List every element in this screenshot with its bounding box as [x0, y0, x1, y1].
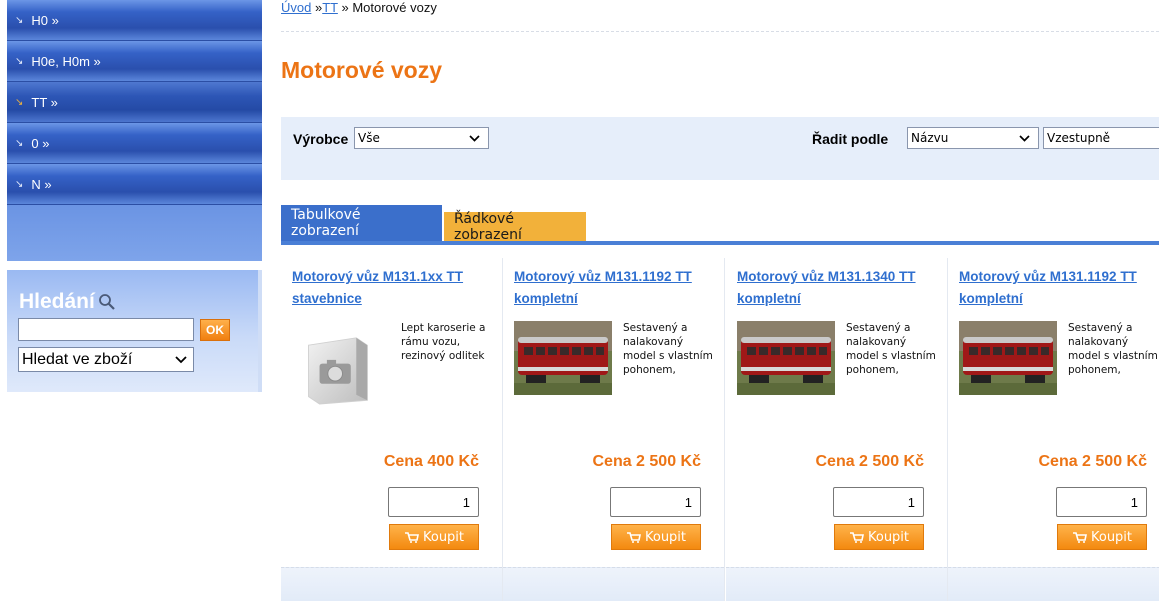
red-railcar-image[interactable]: [514, 321, 612, 395]
buy-label: Koupit: [422, 529, 465, 545]
category-menu: ↘ H0 » ↘ H0e, H0m » ↘ TT » ↘ 0 » ↘ N »: [7, 0, 262, 261]
quantity-input[interactable]: [388, 487, 479, 517]
product-name-link[interactable]: Motorový vůz M131.1xx TT stavebnice: [292, 266, 492, 310]
divider: [281, 31, 1159, 32]
product-card: Motorový vůz M131.1192 TT kompletní Sest…: [503, 258, 725, 601]
product-description: Sestavený a nalakovaný model s vlastním …: [623, 322, 713, 376]
chevron-down-icon: [175, 355, 187, 363]
red-railcar-image[interactable]: [737, 321, 835, 395]
arrow-icon: ↘: [15, 137, 24, 149]
page-title: Motorové vozy: [281, 57, 443, 83]
sort-label: Řadit podle: [812, 131, 889, 147]
search-scope-value: Hledat ve zboží: [22, 350, 133, 368]
arrow-icon: ↘: [15, 55, 24, 67]
arrow-icon: ↘: [15, 178, 24, 190]
buy-label: Koupit: [1090, 529, 1133, 545]
product-price: Cena 2 500 Kč: [592, 453, 701, 470]
menu-item-h0e-h0m[interactable]: ↘ H0e, H0m »: [7, 41, 262, 82]
tab-table-view[interactable]: Tabulkové zobrazení: [281, 205, 442, 241]
chevron-down-icon: [469, 134, 480, 142]
product-name-link[interactable]: Motorový vůz M131.1192 TT kompletní: [959, 266, 1159, 310]
sort-select[interactable]: Názvu: [907, 127, 1039, 149]
quantity-input[interactable]: [1056, 487, 1147, 517]
placeholder-camera-image[interactable]: [292, 321, 382, 419]
menu-item-label: 0 »: [31, 135, 50, 151]
order-value: Vzestupně: [1047, 131, 1111, 145]
product-card: Motorový vůz M131.1192 TT kompletní Sest…: [948, 258, 1159, 601]
product-name-link[interactable]: Motorový vůz M131.1340 TT kompletní: [737, 266, 937, 310]
chevron-down-icon: [1019, 134, 1030, 142]
magnifier-icon: [98, 294, 115, 310]
product-card: Motorový vůz M131.1xx TT stavebnice Lept…: [281, 258, 503, 601]
page: ↘ H0 » ↘ H0e, H0m » ↘ TT » ↘ 0 » ↘ N » H…: [0, 0, 1159, 601]
quantity-input[interactable]: [610, 487, 701, 517]
buy-button[interactable]: Koupit: [1057, 524, 1147, 550]
menu-item-label: TT »: [31, 94, 58, 110]
product-grid: Motorový vůz M131.1xx TT stavebnice Lept…: [281, 258, 1159, 601]
buy-label: Koupit: [644, 529, 687, 545]
cart-icon: [626, 532, 641, 543]
breadcrumb: Úvod »TT » Motorové vozy: [281, 0, 437, 15]
cart-icon: [1072, 532, 1087, 543]
view-tabs: Tabulkové zobrazení Řádkové zobrazení: [281, 205, 1159, 245]
search-panel: Hledání OK Hledat ve zboží: [7, 270, 262, 392]
product-price: Cena 400 Kč: [383, 453, 479, 470]
breadcrumb-separator: »: [337, 0, 353, 15]
breadcrumb-separator: »: [311, 0, 323, 15]
menu-item-label: N »: [31, 176, 52, 192]
card-footer: [503, 567, 724, 601]
menu-item-n[interactable]: ↘ N »: [7, 164, 262, 205]
order-select[interactable]: Vzestupně: [1043, 127, 1159, 149]
card-footer: [281, 567, 502, 601]
search-ok-button[interactable]: OK: [200, 319, 230, 341]
arrow-icon: ↘: [15, 14, 24, 26]
product-price: Cena 2 500 Kč: [815, 453, 924, 470]
quantity-input[interactable]: [833, 487, 924, 517]
menu-item-label: H0e, H0m »: [31, 53, 101, 69]
sort-value: Názvu: [911, 131, 949, 145]
manufacturer-value: Vše: [358, 131, 380, 145]
search-scope-select[interactable]: Hledat ve zboží: [18, 347, 194, 372]
menu-item-label: H0 »: [31, 12, 59, 28]
product-name-link[interactable]: Motorový vůz M131.1192 TT kompletní: [514, 266, 714, 310]
cart-icon: [404, 532, 419, 543]
product-card: Motorový vůz M131.1340 TT kompletní Sest…: [726, 258, 948, 601]
cart-icon: [849, 532, 864, 543]
breadcrumb-tt-link[interactable]: TT: [322, 0, 338, 15]
filter-bar: Výrobce Vše Řadit podle Názvu Vzestupně: [281, 117, 1159, 180]
red-railcar-image[interactable]: [959, 321, 1057, 395]
card-footer: [726, 567, 947, 601]
product-description: Lept karoserie a rámu vozu, rezinový odl…: [401, 322, 486, 362]
manufacturer-label: Výrobce: [293, 131, 349, 147]
buy-label: Koupit: [867, 529, 910, 545]
product-description: Sestavený a nalakovaný model s vlastním …: [1068, 322, 1158, 376]
search-title: Hledání: [19, 290, 117, 314]
breadcrumb-home-link[interactable]: Úvod: [281, 0, 311, 15]
search-title-text: Hledání: [19, 290, 95, 313]
breadcrumb-current: Motorové vozy: [352, 0, 437, 15]
manufacturer-select[interactable]: Vše: [354, 127, 489, 149]
buy-button[interactable]: Koupit: [389, 524, 479, 550]
buy-button[interactable]: Koupit: [611, 524, 701, 550]
search-input[interactable]: [18, 318, 194, 341]
product-price: Cena 2 500 Kč: [1038, 453, 1147, 470]
menu-item-0[interactable]: ↘ 0 »: [7, 123, 262, 164]
card-footer: [948, 567, 1159, 601]
menu-item-tt[interactable]: ↘ TT »: [7, 82, 262, 123]
tab-row-view[interactable]: Řádkové zobrazení: [444, 211, 586, 243]
product-description: Sestavený a nalakovaný model s vlastním …: [846, 322, 936, 376]
menu-item-h0[interactable]: ↘ H0 »: [7, 0, 262, 41]
buy-button[interactable]: Koupit: [834, 524, 924, 550]
arrow-icon: ↘: [15, 96, 24, 108]
